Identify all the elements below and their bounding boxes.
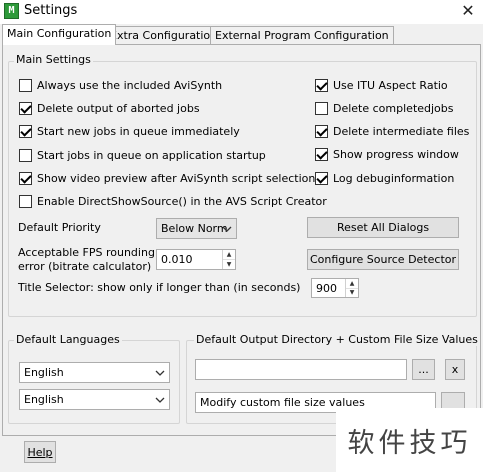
tab-external-program-configuration[interactable]: External Program Configuration [210, 26, 394, 45]
default-priority-label: Default Priority [18, 221, 101, 234]
language-select-2[interactable]: English [19, 389, 170, 410]
main-settings-title: Main Settings [14, 53, 93, 66]
checkbox-label: Start new jobs in queue immediately [37, 125, 240, 138]
start-jobs-on-startup-checkbox[interactable]: Start jobs in queue on application start… [19, 149, 266, 162]
app-icon: M [4, 3, 19, 19]
checkbox-label: Delete output of aborted jobs [37, 102, 200, 115]
title-selector-spinner[interactable]: 900 ▲ ▼ [311, 278, 359, 298]
configure-source-detector-button[interactable]: Configure Source Detector [307, 249, 459, 270]
show-progress-window-checkbox[interactable]: Show progress window [315, 148, 459, 161]
chevron-down-icon [155, 370, 165, 376]
checkbox-label: Delete intermediate files [333, 125, 470, 138]
checkbox-label: Start jobs in queue on application start… [37, 149, 266, 162]
spin-buttons[interactable]: ▲ ▼ [345, 279, 358, 297]
checkbox-box[interactable] [19, 149, 32, 162]
language-value-1: English [24, 366, 64, 379]
checkbox-label: Show video preview after AviSynth script… [37, 172, 316, 185]
enable-directshowsource-checkbox[interactable]: Enable DirectShowSource() in the AVS Scr… [19, 195, 327, 208]
language-select-1[interactable]: English [19, 362, 170, 383]
checkbox-label: Use ITU Aspect Ratio [333, 79, 448, 92]
title-selector-label: Title Selector: show only if longer than… [18, 281, 301, 294]
checkbox-box[interactable] [315, 148, 328, 161]
chevron-down-icon [222, 226, 232, 232]
help-button[interactable]: Help [24, 441, 56, 463]
checkbox-box[interactable] [19, 195, 32, 208]
reset-all-dialogs-button[interactable]: Reset All Dialogs [307, 217, 459, 238]
chevron-down-icon [155, 397, 165, 403]
checkbox-box[interactable] [315, 79, 328, 92]
fps-rounding-value: 0.010 [161, 253, 193, 266]
watermark: 软件技巧 [336, 408, 483, 472]
title-selector-value: 900 [316, 281, 337, 295]
checkbox-box[interactable] [19, 172, 32, 185]
window-title: Settings [24, 3, 78, 18]
browse-button[interactable]: ... [412, 359, 435, 380]
clear-button[interactable]: x [445, 359, 465, 380]
checkbox-box[interactable] [19, 102, 32, 115]
checkbox-label: Delete completedjobs [333, 102, 454, 115]
delete-aborted-output-checkbox[interactable]: Delete output of aborted jobs [19, 102, 200, 115]
fps-rounding-spinner[interactable]: 0.010 ▲ ▼ [156, 249, 236, 270]
always-use-avisynth-checkbox[interactable]: Always use the included AviSynth [19, 79, 222, 92]
priority-value: Below Norm [161, 222, 228, 235]
checkbox-box[interactable] [19, 125, 32, 138]
checkbox-label: Always use the included AviSynth [37, 79, 223, 92]
tab-extra-configuration[interactable]: Extra Configuration [105, 26, 223, 45]
output-directory-title: Default Output Directory + Custom File S… [194, 333, 480, 346]
language-value-2: English [24, 393, 64, 406]
fps-rounding-label-line1: Acceptable FPS rounding [18, 246, 155, 259]
output-directory-input[interactable] [195, 359, 407, 380]
fps-rounding-label-line2: error (bitrate calculator) [18, 260, 152, 273]
checkbox-label: Enable DirectShowSource() in the AVS Scr… [37, 195, 327, 208]
checkbox-label: Log debuginformation [333, 172, 455, 185]
checkbox-box[interactable] [315, 102, 328, 115]
spin-down-icon[interactable]: ▼ [223, 259, 235, 269]
tab-main-configuration[interactable]: Main Configuration [2, 24, 117, 45]
use-itu-aspect-ratio-checkbox[interactable]: Use ITU Aspect Ratio [315, 79, 448, 92]
checkbox-label: Show progress window [333, 148, 459, 161]
log-debug-information-checkbox[interactable]: Log debuginformation [315, 172, 454, 185]
main-settings-group [8, 61, 477, 317]
spin-buttons[interactable]: ▲ ▼ [222, 250, 235, 269]
priority-select[interactable]: Below Norm [156, 218, 237, 239]
checkbox-box[interactable] [315, 125, 328, 138]
spin-up-icon[interactable]: ▲ [346, 279, 358, 288]
delete-completed-jobs-checkbox[interactable]: Delete completedjobs [315, 102, 454, 115]
close-icon[interactable]: ✕ [458, 1, 478, 21]
checkbox-box[interactable] [19, 79, 32, 92]
default-languages-title: Default Languages [14, 333, 122, 346]
show-video-preview-checkbox[interactable]: Show video preview after AviSynth script… [19, 172, 315, 185]
spin-down-icon[interactable]: ▼ [346, 287, 358, 298]
spin-up-icon[interactable]: ▲ [223, 250, 235, 259]
checkbox-box[interactable] [315, 172, 328, 185]
help-label: Help [27, 445, 53, 459]
start-jobs-immediately-checkbox[interactable]: Start new jobs in queue immediately [19, 125, 240, 138]
delete-intermediate-files-checkbox[interactable]: Delete intermediate files [315, 125, 469, 138]
